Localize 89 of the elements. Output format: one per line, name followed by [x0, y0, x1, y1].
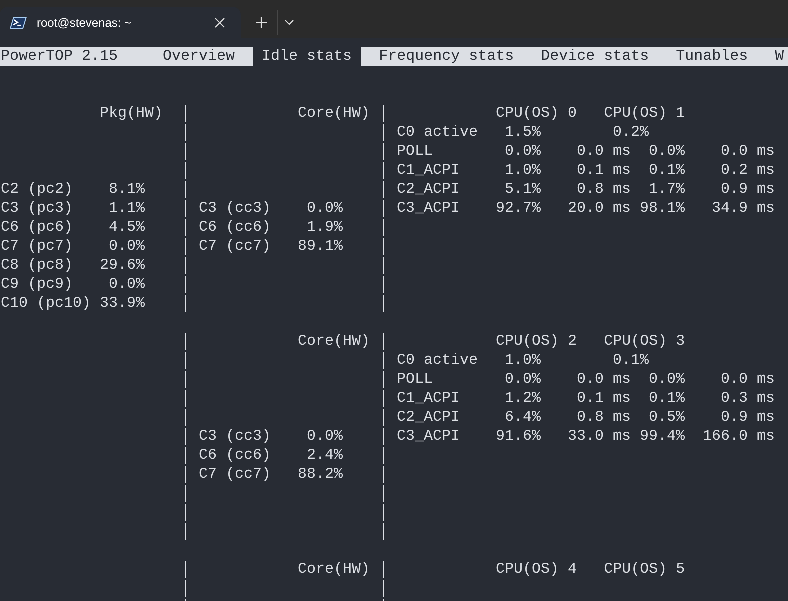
state-duration: 0.9 ms [721, 180, 776, 199]
state-percentage: 0.1% [649, 161, 686, 180]
column-heading: CPU(OS) 3 [604, 332, 686, 351]
terminal-tab[interactable]: root@stevenas: ~ [0, 7, 241, 38]
state-percentage: 1.2% [505, 389, 542, 408]
state-percentage: 0.0% [505, 370, 542, 389]
state-name: C10 (pc10) [1, 294, 92, 313]
state-duration: 0.8 ms [577, 180, 632, 199]
state-percentage: 0.0% [307, 427, 344, 446]
state-percentage: 0.0% [109, 237, 146, 256]
state-name: C3 (cc3) [199, 199, 272, 218]
state-percentage: 1.7% [649, 180, 686, 199]
state-percentage: 1.9% [307, 218, 344, 237]
state-name: C1_ACPI [397, 389, 460, 408]
state-duration: 34.9 ms [712, 199, 776, 218]
state-percentage: 91.6% [496, 427, 542, 446]
state-name: C3_ACPI [397, 199, 460, 218]
state-name: POLL [397, 142, 434, 161]
chevron-down-icon[interactable] [285, 20, 294, 25]
state-duration: 0.8 ms [577, 408, 632, 427]
close-icon[interactable] [215, 18, 225, 28]
state-percentage: 0.0% [649, 142, 686, 161]
state-percentage: 0.2% [613, 123, 650, 142]
state-name: C9 (pc9) [1, 275, 74, 294]
tab[interactable]: Idle stats [253, 47, 362, 66]
state-name: C6 (cc6) [199, 446, 272, 465]
state-duration: 0.0 ms [577, 142, 632, 161]
state-percentage: 33.9% [100, 294, 146, 313]
column-heading: CPU(OS) 2 [496, 332, 578, 351]
state-name: C0 active [397, 123, 478, 142]
column-heading: CPU(OS) 5 [604, 560, 686, 579]
state-duration: 0.2 ms [721, 161, 776, 180]
state-duration: 0.0 ms [721, 142, 776, 161]
state-name: C8 (pc8) [1, 256, 74, 275]
state-percentage: 0.1% [613, 351, 650, 370]
state-percentage: 1.1% [109, 199, 146, 218]
state-name: C3_ACPI [397, 427, 460, 446]
state-name: C2 (pc2) [1, 180, 74, 199]
state-name: POLL [397, 370, 434, 389]
state-percentage: 5.1% [505, 180, 542, 199]
state-percentage: 6.4% [505, 408, 542, 427]
state-duration: 0.1 ms [577, 161, 632, 180]
state-name: C1_ACPI [397, 161, 460, 180]
state-percentage: 98.1% [640, 199, 686, 218]
state-percentage: 1.0% [505, 351, 542, 370]
column-heading: Core(HW) [298, 104, 370, 123]
column-heading: Core(HW) [298, 332, 370, 351]
state-name: C6 (pc6) [1, 218, 74, 237]
state-duration: 0.1 ms [577, 389, 632, 408]
state-percentage: 2.4% [307, 446, 344, 465]
state-duration: 0.0 ms [721, 370, 776, 389]
state-percentage: 0.0% [109, 275, 146, 294]
state-duration: 0.0 ms [577, 370, 632, 389]
state-percentage: 0.0% [307, 199, 344, 218]
column-heading: CPU(OS) 0 [496, 104, 578, 123]
state-percentage: 89.1% [298, 237, 344, 256]
state-percentage: 0.5% [649, 408, 686, 427]
state-percentage: 88.2% [298, 465, 344, 484]
state-percentage: 8.1% [109, 180, 146, 199]
column-heading: CPU(OS) 4 [496, 560, 578, 579]
state-duration: 0.3 ms [721, 389, 776, 408]
state-name: C0 active [397, 351, 478, 370]
state-percentage: 0.1% [649, 389, 686, 408]
plus-icon[interactable] [256, 17, 267, 28]
terminal-icon [10, 16, 27, 28]
state-percentage: 1.5% [505, 123, 542, 142]
state-name: C7 (pc7) [1, 237, 74, 256]
state-duration: 33.0 ms [568, 427, 632, 446]
state-percentage: 0.0% [505, 142, 542, 161]
state-name: C6 (cc6) [199, 218, 272, 237]
column-heading: Core(HW) [298, 560, 370, 579]
state-percentage: 1.0% [505, 161, 542, 180]
state-name: C7 (cc7) [199, 237, 272, 256]
state-duration: 20.0 ms [568, 199, 632, 218]
column-heading: Pkg(HW) [100, 104, 164, 123]
app-title: PowerTOP 2.15 [1, 47, 118, 66]
state-percentage: 29.6% [100, 256, 146, 275]
state-duration: 0.9 ms [721, 408, 776, 427]
state-percentage: 0.0% [649, 370, 686, 389]
state-percentage: 92.7% [496, 199, 542, 218]
state-duration: 166.0 ms [703, 427, 776, 446]
state-name: C2_ACPI [397, 180, 460, 199]
state-name: C2_ACPI [397, 408, 460, 427]
column-heading: CPU(OS) 1 [604, 104, 686, 123]
state-name: C3 (cc3) [199, 427, 272, 446]
state-percentage: 99.4% [640, 427, 686, 446]
state-name: C3 (pc3) [1, 199, 74, 218]
state-percentage: 4.5% [109, 218, 146, 237]
state-name: C7 (cc7) [199, 465, 272, 484]
